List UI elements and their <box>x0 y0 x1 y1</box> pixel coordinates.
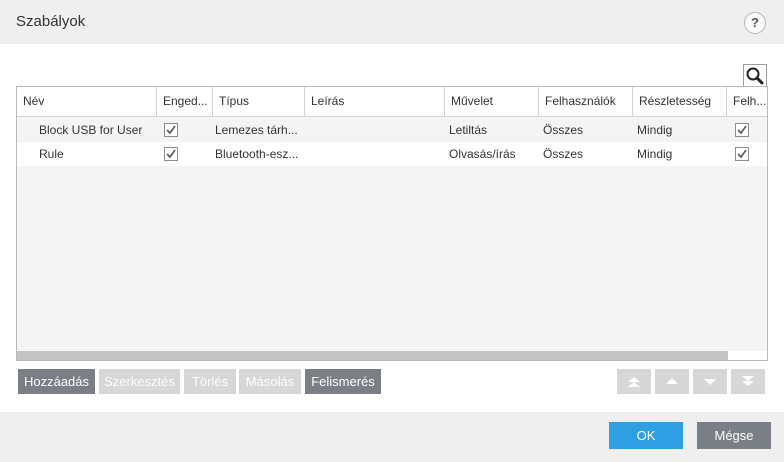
cell-description <box>309 118 441 142</box>
cancel-button[interactable]: Mégse <box>697 422 771 449</box>
checkmark-icon <box>166 149 176 159</box>
column-header-enabled[interactable]: Enged... <box>157 87 213 117</box>
dialog-footer: OK Mégse <box>0 412 784 462</box>
column-header-action[interactable]: Művelet <box>445 87 539 117</box>
detect-button[interactable]: Felismerés <box>305 369 381 394</box>
move-down-button[interactable] <box>693 369 727 394</box>
cell-users: Összes <box>543 147 584 161</box>
notify-checkbox[interactable] <box>735 147 749 161</box>
enabled-checkbox[interactable] <box>164 123 178 137</box>
dialog-titlebar: Szabályok ? <box>0 0 784 44</box>
table-row[interactable]: Block USB for User Lemezes tárh... Letil… <box>17 118 767 142</box>
column-header-name[interactable]: Név <box>17 87 157 117</box>
ok-button[interactable]: OK <box>609 422 683 449</box>
move-up-button[interactable] <box>655 369 689 394</box>
table-header: Név Enged... Típus Leírás Művelet Felhas… <box>17 87 767 117</box>
add-button[interactable]: Hozzáadás <box>18 369 95 394</box>
checkmark-icon <box>737 125 747 135</box>
cell-type: Lemezes tárh... <box>215 123 298 137</box>
cell-users: Összes <box>543 123 584 137</box>
cell-severity: Mindig <box>637 123 673 137</box>
column-header-description[interactable]: Leírás <box>305 87 445 117</box>
table-row[interactable]: Rule Bluetooth-esz... Olvasás/írás Össze… <box>17 142 767 166</box>
checkmark-icon <box>737 149 747 159</box>
cell-name: Block USB for User <box>39 123 143 137</box>
cell-type: Bluetooth-esz... <box>215 147 299 161</box>
edit-button[interactable]: Szerkesztés <box>99 369 180 394</box>
cell-description <box>309 142 441 166</box>
column-header-users[interactable]: Felhasználók <box>539 87 633 117</box>
checkmark-icon <box>166 125 176 135</box>
dialog-title: Szabályok <box>16 13 86 30</box>
search-icon <box>746 67 764 85</box>
scrollbar-thumb[interactable] <box>17 351 728 360</box>
arrow-down-icon <box>704 379 716 385</box>
move-top-button[interactable] <box>617 369 651 394</box>
column-header-notify[interactable]: Felh... <box>727 87 767 117</box>
double-arrow-down-icon <box>742 376 754 386</box>
search-button[interactable] <box>743 64 767 88</box>
move-bottom-button[interactable] <box>731 369 765 394</box>
delete-button[interactable]: Törlés <box>184 369 236 394</box>
cell-action: Letiltás <box>449 123 488 137</box>
column-header-severity[interactable]: Részletesség <box>633 87 727 117</box>
help-icon[interactable]: ? <box>744 12 766 34</box>
notify-checkbox[interactable] <box>735 123 749 137</box>
cell-name: Rule <box>39 147 64 161</box>
cell-action: Olvasás/írás <box>449 147 516 161</box>
double-arrow-up-icon <box>628 377 640 387</box>
rules-table: Név Enged... Típus Leírás Művelet Felhas… <box>16 86 768 361</box>
copy-button[interactable]: Másolás <box>239 369 301 394</box>
cell-severity: Mindig <box>637 147 673 161</box>
arrow-up-icon <box>666 378 678 384</box>
column-header-type[interactable]: Típus <box>213 87 305 117</box>
enabled-checkbox[interactable] <box>164 147 178 161</box>
horizontal-scrollbar[interactable] <box>17 351 767 360</box>
